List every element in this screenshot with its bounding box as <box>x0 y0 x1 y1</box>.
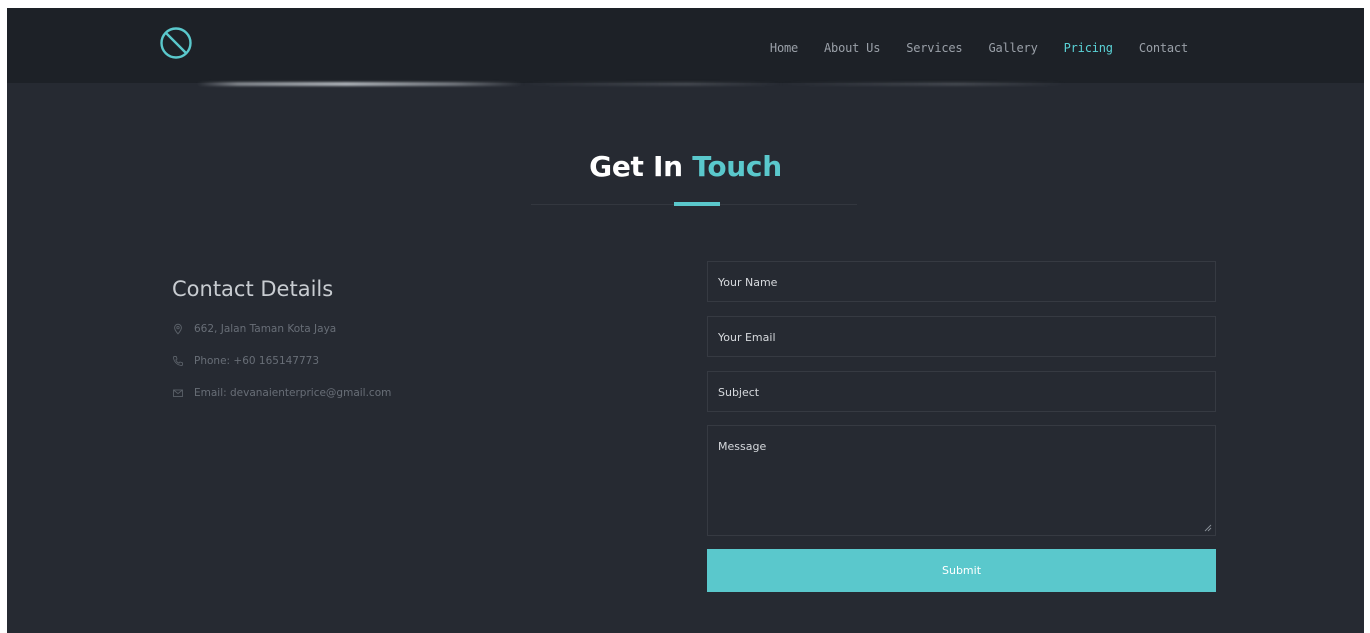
section-title: Get In Touch <box>7 150 1364 183</box>
main-nav: Home About Us Services Gallery Pricing C… <box>770 41 1188 55</box>
nav-contact[interactable]: Contact <box>1139 41 1188 55</box>
contact-details-heading: Contact Details <box>172 277 334 301</box>
message-field[interactable]: Message <box>707 425 1216 536</box>
nav-pricing[interactable]: Pricing <box>1064 41 1113 55</box>
logo-icon[interactable] <box>159 26 193 60</box>
nav-gallery[interactable]: Gallery <box>988 41 1037 55</box>
name-field-placeholder: Your Name <box>718 276 778 289</box>
submit-button[interactable]: Submit <box>707 549 1216 592</box>
email-field[interactable]: Your Email <box>707 316 1216 357</box>
resize-handle-icon[interactable] <box>1204 524 1212 532</box>
nav-home[interactable]: Home <box>770 41 798 55</box>
navbar: Home About Us Services Gallery Pricing C… <box>7 8 1364 83</box>
contact-phone: Phone: +60 165147773 <box>172 355 319 367</box>
title-underline <box>674 202 720 206</box>
section-title-main: Get In <box>589 150 683 183</box>
header-glow-divider <box>7 82 1364 86</box>
email-field-placeholder: Your Email <box>718 331 776 344</box>
map-pin-icon <box>174 323 182 335</box>
message-field-placeholder: Message <box>718 440 767 453</box>
subject-field-placeholder: Subject <box>718 386 760 399</box>
envelope-icon <box>173 389 183 397</box>
section-title-accent: Touch <box>692 150 782 183</box>
contact-phone-text: Phone: +60 165147773 <box>194 355 320 367</box>
name-field[interactable]: Your Name <box>707 261 1216 302</box>
nav-about-us[interactable]: About Us <box>824 41 880 55</box>
contact-address-text: 662, Jalan Taman Kota Jaya <box>194 323 337 335</box>
subject-field[interactable]: Subject <box>707 371 1216 412</box>
contact-email: Email: devanaienterprice@gmail.com <box>172 387 391 399</box>
phone-icon <box>173 356 183 366</box>
nav-services[interactable]: Services <box>906 41 962 55</box>
contact-address: 662, Jalan Taman Kota Jaya <box>172 323 336 335</box>
page: Home About Us Services Gallery Pricing C… <box>7 8 1364 633</box>
contact-email-text: Email: devanaienterprice@gmail.com <box>194 387 392 399</box>
